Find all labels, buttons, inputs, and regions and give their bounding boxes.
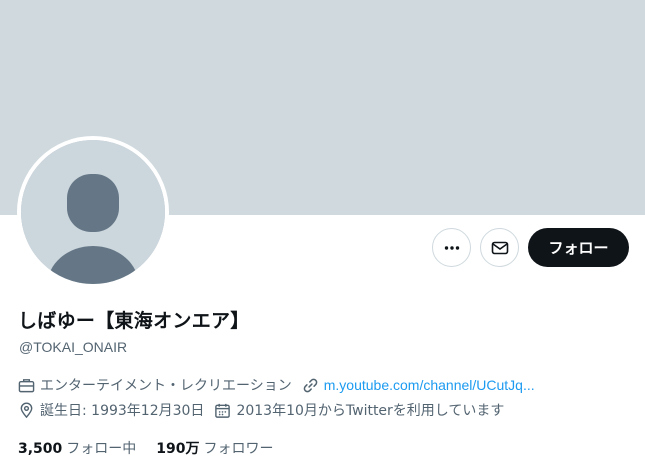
profile-actions: フォロー: [432, 228, 629, 267]
joined-text: 2013年10月からTwitterを利用しています: [236, 403, 505, 419]
display-name: しばゆー【東海オンエア】: [18, 310, 250, 332]
briefcase-icon: [18, 378, 35, 392]
followers-count: 190万: [156, 441, 200, 457]
joined-item: 2013年10月からTwitterを利用しています: [214, 400, 504, 420]
category-item: エンターテイメント・レクリエーション: [18, 375, 292, 395]
following-count: 3,500: [18, 441, 63, 457]
follow-stats: 3,500 フォロー中 190万 フォロワー: [18, 438, 294, 458]
default-avatar-icon: [21, 140, 165, 284]
birthday-text: 誕生日: 1993年12月30日: [40, 403, 205, 419]
envelope-icon: [491, 241, 508, 254]
following-label: フォロー中: [66, 441, 137, 457]
category-text: エンターテイメント・レクリエーション: [40, 378, 292, 394]
more-button[interactable]: [432, 228, 471, 267]
user-handle: @TOKAI_ONAIR: [19, 339, 128, 355]
message-button[interactable]: [480, 228, 519, 267]
profile-meta-row: エンターテイメント・レクリエーション m.youtube.com/channel…: [18, 375, 545, 395]
avatar[interactable]: [17, 136, 169, 288]
following-stat[interactable]: 3,500 フォロー中: [18, 438, 136, 458]
more-icon: [444, 245, 459, 250]
location-pin-icon: [20, 402, 33, 418]
calendar-icon: [215, 403, 231, 418]
website-item: m.youtube.com/channel/UCutJq...: [302, 377, 535, 394]
followers-stat[interactable]: 190万 フォロワー: [156, 438, 273, 458]
birthday-item: 誕生日: 1993年12月30日: [18, 400, 204, 420]
follow-button[interactable]: フォロー: [528, 228, 629, 267]
followers-label: フォロワー: [203, 441, 274, 457]
profile-meta-row-2: 誕生日: 1993年12月30日 2013年10月からTwitterを利用してい…: [18, 400, 514, 420]
link-icon: [303, 378, 318, 392]
website-link[interactable]: m.youtube.com/channel/UCutJq...: [324, 377, 535, 393]
